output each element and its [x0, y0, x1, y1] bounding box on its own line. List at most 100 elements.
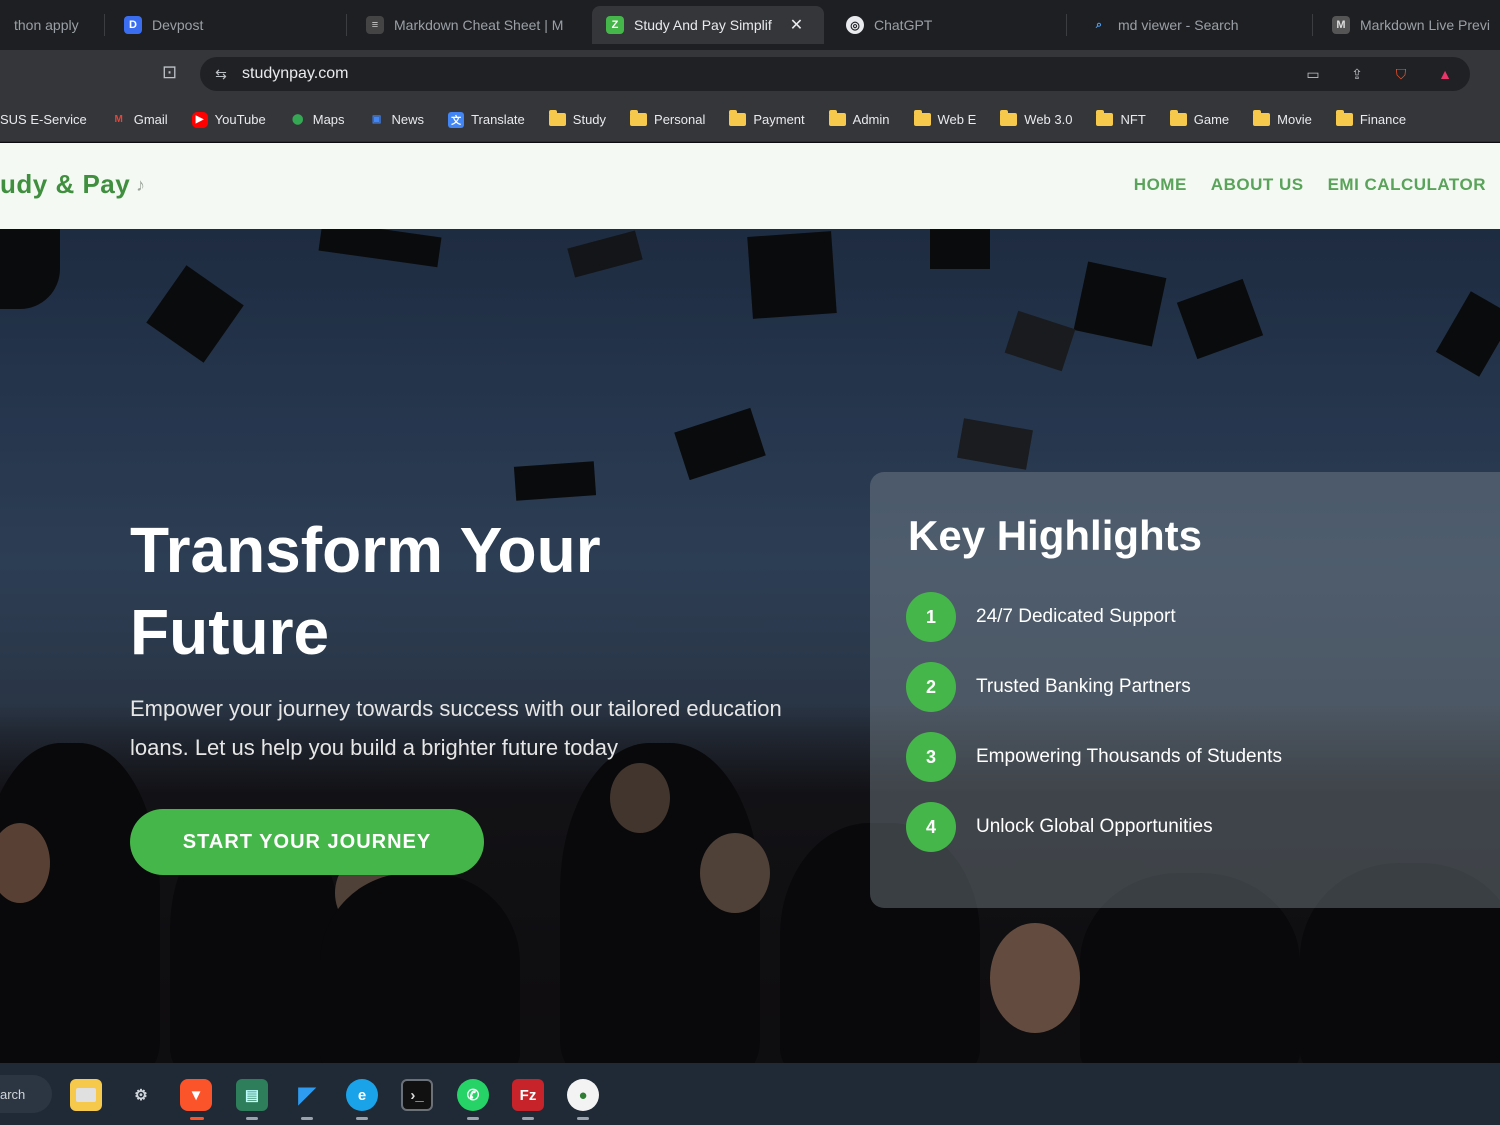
cast-icon[interactable]: ▭	[1302, 63, 1324, 85]
toolbar-actions: ▭ ⇪ ⛉ ▲	[1302, 57, 1456, 91]
tab-label: Markdown Cheat Sheet | M	[394, 17, 564, 33]
bookmark-folder-admin[interactable]: Admin	[817, 110, 902, 127]
bookmark-label: Personal	[654, 112, 706, 127]
bookmark-label: Payment	[753, 112, 805, 127]
highlight-text: 24/7 Dedicated Support	[976, 606, 1176, 627]
bookmark-translate[interactable]: 文 Translate	[436, 111, 537, 128]
tab-label: Markdown Live Previ	[1360, 17, 1490, 33]
bookmark-folder-payment[interactable]: Payment	[717, 110, 816, 127]
youtube-icon: ▶	[191, 111, 208, 128]
bookmark-folder-movie[interactable]: Movie	[1241, 110, 1324, 127]
folder-icon	[729, 110, 747, 126]
tab-markdown-live-preview[interactable]: M Markdown Live Previ	[1318, 6, 1500, 44]
tab-label: thon apply	[14, 17, 79, 33]
tab-md-viewer-search[interactable]: ⌕ md viewer - Search	[1076, 6, 1306, 44]
tab-study-and-pay[interactable]: Z Study And Pay Simplif ✕	[592, 6, 824, 44]
bookmark-youtube[interactable]: ▶ YouTube	[180, 111, 278, 128]
running-indicator	[246, 1117, 258, 1120]
bookmark-folder-game[interactable]: Game	[1158, 110, 1241, 127]
tab-chatgpt[interactable]: ◎ ChatGPT	[832, 6, 1062, 44]
bookmark-label: Admin	[852, 112, 890, 127]
site-nav: HOME ABOUT US EMI CALCULATOR	[1134, 175, 1486, 195]
folder-icon	[1169, 110, 1187, 126]
bookmark-label: Game	[1193, 112, 1230, 127]
folder-icon	[1096, 110, 1114, 126]
bookmark-icon[interactable]: ⊡	[162, 62, 177, 83]
tab-label: Devpost	[152, 17, 204, 33]
nav-home[interactable]: HOME	[1134, 175, 1187, 195]
bookmark-label: Study	[572, 112, 607, 127]
tab-divider	[1066, 14, 1067, 36]
running-indicator	[522, 1117, 534, 1120]
brave-browser-icon[interactable]: ▼	[180, 1079, 212, 1111]
highlight-text: Unlock Global Opportunities	[976, 816, 1213, 837]
highlight-number: 1	[906, 592, 956, 642]
nav-about-us[interactable]: ABOUT US	[1211, 175, 1304, 195]
file-explorer-icon[interactable]	[70, 1079, 102, 1111]
folder-icon	[1000, 110, 1018, 126]
location-pin-icon[interactable]: ●	[567, 1079, 599, 1111]
bookmark-maps[interactable]: ⬤ Maps	[278, 112, 357, 128]
tab-divider	[346, 14, 347, 36]
bookmark-label: Web 3.0	[1024, 112, 1073, 127]
browser-tab-strip: thon apply D Devpost ≡ Markdown Cheat Sh…	[0, 0, 1500, 50]
close-icon[interactable]: ✕	[790, 15, 803, 35]
document-favicon-icon: ≡	[366, 16, 384, 34]
bookmark-folder-finance[interactable]: Finance	[1324, 110, 1418, 127]
vscode-icon[interactable]: ◤	[291, 1079, 323, 1111]
tab-divider	[1312, 14, 1313, 36]
tab-label: ChatGPT	[874, 17, 933, 33]
highlight-item: 1 24/7 Dedicated Support	[906, 592, 1176, 642]
folder-icon	[548, 110, 566, 126]
bookmark-folder-study[interactable]: Study	[537, 110, 618, 127]
filezilla-icon[interactable]: Fz	[512, 1079, 544, 1111]
tab-devpost[interactable]: D Devpost	[110, 6, 340, 44]
settings-icon[interactable]: ⚙	[125, 1079, 157, 1111]
taskbar-search[interactable]: arch	[0, 1075, 52, 1113]
running-indicator	[356, 1117, 368, 1120]
browser-toolbar: ⊡ ⇆ studynpay.com ▭ ⇪ ⛉ ▲	[0, 50, 1500, 98]
running-indicator	[467, 1117, 479, 1120]
bookmark-sus-eservice[interactable]: SUS E-Service	[0, 112, 99, 127]
screen-app-icon[interactable]: ▤	[236, 1079, 268, 1111]
bookmark-folder-web3[interactable]: Web 3.0	[988, 110, 1084, 127]
start-journey-button[interactable]: START YOUR JOURNEY	[130, 809, 484, 875]
news-icon: ▣	[371, 114, 382, 125]
tab-label: md viewer - Search	[1118, 17, 1239, 33]
bookmark-folder-personal[interactable]: Personal	[618, 110, 717, 127]
tab-hackathon[interactable]: thon apply	[0, 6, 100, 44]
bookmark-label: YouTube	[214, 112, 266, 127]
highlight-item: 2 Trusted Banking Partners	[906, 662, 1191, 712]
tab-label: Study And Pay Simplif	[634, 17, 772, 33]
brave-rewards-icon[interactable]: ▲	[1434, 63, 1456, 85]
highlight-text: Empowering Thousands of Students	[976, 746, 1282, 767]
taskbar-search-label: arch	[0, 1086, 26, 1102]
studynpay-favicon-icon: Z	[606, 16, 624, 34]
running-indicator	[301, 1117, 313, 1120]
nav-emi-calculator[interactable]: EMI CALCULATOR	[1328, 175, 1486, 195]
highlight-item: 3 Empowering Thousands of Students	[906, 732, 1282, 782]
site-brand[interactable]: udy & Pay	[0, 169, 130, 200]
edge-icon[interactable]: e	[346, 1079, 378, 1111]
bookmark-folder-web-e[interactable]: Web E	[902, 110, 989, 127]
share-icon[interactable]: ⇪	[1346, 63, 1368, 85]
folder-icon	[913, 110, 931, 126]
highlight-number: 4	[906, 802, 956, 852]
active-indicator	[190, 1117, 204, 1120]
bookmark-gmail[interactable]: M Gmail	[99, 112, 180, 128]
tab-markdown-cheat-sheet[interactable]: ≡ Markdown Cheat Sheet | M	[352, 6, 582, 44]
os-taskbar: arch ⚙ ▼ ▤ ◤ e ›_ ✆ Fz ●	[0, 1063, 1500, 1125]
site-settings-icon[interactable]: ⇆	[210, 63, 232, 85]
bookmark-folder-nft[interactable]: NFT	[1084, 110, 1157, 127]
bookmark-news[interactable]: ▣ News	[357, 112, 437, 128]
translate-icon: 文	[448, 111, 465, 128]
address-bar[interactable]: ⇆ studynpay.com	[200, 57, 1470, 91]
url-text[interactable]: studynpay.com	[242, 65, 348, 83]
whatsapp-icon[interactable]: ✆	[457, 1079, 489, 1111]
brave-shield-icon[interactable]: ⛉	[1390, 63, 1412, 85]
brand-mark-icon: ♪	[136, 175, 145, 195]
terminal-icon[interactable]: ›_	[401, 1079, 433, 1111]
bookmark-label: Finance	[1359, 112, 1407, 127]
site-header: udy & Pay ♪ HOME ABOUT US EMI CALCULATOR	[0, 143, 1500, 229]
markdown-favicon-icon: M	[1332, 16, 1350, 34]
